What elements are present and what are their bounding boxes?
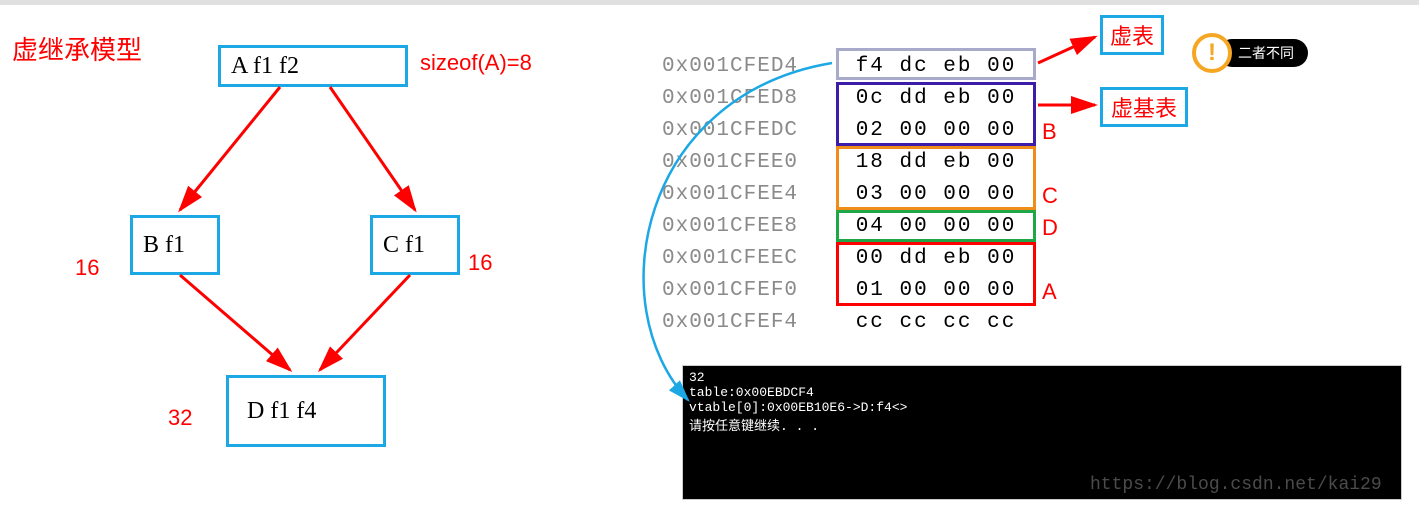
mem-addr-5: 0x001CFEE8 <box>662 215 798 238</box>
mem-addr-7: 0x001CFEF0 <box>662 279 798 302</box>
class-d-size: 32 <box>168 405 192 431</box>
mem-addr-1: 0x001CFED8 <box>662 87 798 110</box>
class-d-box: D f1 f4 <box>226 375 386 447</box>
mem-bytes-8: cc cc cc cc <box>846 311 1026 334</box>
diagram-canvas: 虚继承模型 A f1 f2 sizeof(A)=8 B f1 16 C f1 1… <box>0 0 1419 505</box>
class-c-size: 16 <box>468 250 492 276</box>
mem-addr-0: 0x001CFED4 <box>662 55 798 78</box>
class-b-label: B f1 <box>143 232 185 259</box>
mem-addr-2: 0x001CFEDC <box>662 119 798 142</box>
class-b-box: B f1 <box>130 215 220 275</box>
mem-addr-8: 0x001CFEF4 <box>662 311 798 334</box>
mem-group-vtable <box>836 48 1036 80</box>
class-d-label: D f1 f4 <box>247 398 316 425</box>
console-line4: 请按任意键继续. . . <box>689 419 819 434</box>
diagram-title: 虚继承模型 <box>12 30 142 67</box>
mem-group-a <box>836 242 1036 306</box>
console-line2: table:0x00EBDCF4 <box>689 385 814 400</box>
console-line3: vtable[0]:0x00EB10E6->D:f4<> <box>689 400 907 415</box>
alert-icon: ! <box>1192 33 1232 73</box>
mem-addr-3: 0x001CFEE0 <box>662 151 798 174</box>
class-c-box: C f1 <box>370 215 460 275</box>
mem-group-c <box>836 146 1036 210</box>
class-a-label: A f1 f2 <box>231 53 299 80</box>
vbtable-box: 虚基表 <box>1100 87 1188 127</box>
mem-label-a: A <box>1042 279 1057 305</box>
mem-group-d <box>836 210 1036 242</box>
vtable-label: 虚表 <box>1110 19 1154 51</box>
console-line1: 32 <box>689 370 705 385</box>
mem-label-d: D <box>1042 215 1058 241</box>
watermark: https://blog.csdn.net/kai29 <box>1090 475 1382 495</box>
mem-label-c: C <box>1042 183 1058 209</box>
alert-badge: ! 二者不同 <box>1192 33 1308 73</box>
class-a-box: A f1 f2 <box>218 45 408 87</box>
class-b-size: 16 <box>75 255 99 281</box>
vbtable-label: 虚基表 <box>1111 91 1177 123</box>
mem-addr-6: 0x001CFEEC <box>662 247 798 270</box>
mem-label-b: B <box>1042 119 1057 145</box>
class-c-label: C f1 <box>383 232 425 259</box>
class-a-size: sizeof(A)=8 <box>420 50 532 76</box>
vtable-box: 虚表 <box>1100 15 1164 55</box>
mem-group-b <box>836 82 1036 146</box>
mem-addr-4: 0x001CFEE4 <box>662 183 798 206</box>
